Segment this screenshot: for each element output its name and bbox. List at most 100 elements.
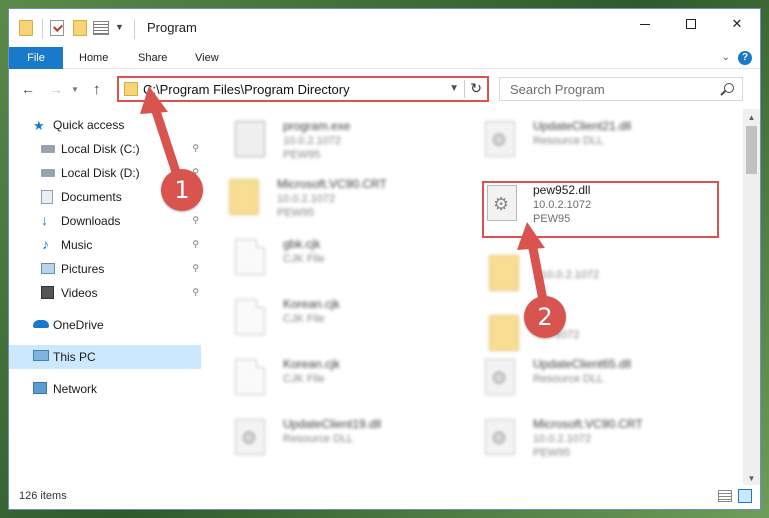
target-file-highlight <box>482 181 719 238</box>
file-name: UpdateClient19.dll <box>283 417 382 431</box>
scroll-up-icon[interactable]: ▲ <box>743 109 760 126</box>
file-name: Microsoft.VC90.CRT <box>533 417 643 431</box>
document-file-icon <box>235 299 265 335</box>
file-item[interactable]: UpdateClient21.dll Resource DLL <box>485 115 715 167</box>
ribbon-tabs: File Home Share View ⌄ ? <box>9 47 760 69</box>
file-item[interactable]: Microsoft.VC90.CRT 10.0.2.1072 PEW95 <box>485 413 715 465</box>
customize-toolbar-icon[interactable]: ▼ <box>115 22 124 40</box>
maximize-icon <box>686 19 696 29</box>
file-name: Korean.cjk <box>283 297 340 311</box>
address-dropdown-icon[interactable]: ▼ <box>449 83 459 94</box>
sidebar-item-label: Quick access <box>53 118 125 132</box>
file-detail: 10.0.2.1072 <box>277 193 336 205</box>
computer-icon <box>33 350 49 361</box>
pin-icon[interactable]: ⚲ <box>192 263 199 274</box>
pictures-icon <box>41 263 55 274</box>
tab-share[interactable]: Share <box>126 47 179 69</box>
address-path[interactable]: C:\Program Files\Program Directory <box>143 82 350 97</box>
file-detail: Resource DLL <box>533 135 604 147</box>
downloads-icon: ↓ <box>41 212 48 228</box>
document-file-icon <box>235 359 265 395</box>
star-icon: ★ <box>33 118 45 133</box>
file-item[interactable]: UpdateClient65.dll Resource DLL <box>485 353 715 405</box>
properties-icon[interactable] <box>93 21 109 35</box>
file-detail: CJK File <box>283 373 325 385</box>
maximize-button[interactable] <box>668 9 714 39</box>
file-item[interactable]: gbk.cjk CJK File <box>235 233 465 285</box>
file-detail: 10.0.2.1072 <box>533 433 592 445</box>
file-name: UpdateClient21.dll <box>533 119 632 133</box>
details-view-icon[interactable] <box>718 490 732 502</box>
sidebar-item-pictures[interactable]: Pictures ⚲ <box>9 257 201 281</box>
large-icons-view-icon[interactable] <box>738 489 752 503</box>
search-box[interactable]: Search Program <box>499 77 743 101</box>
sidebar-item-downloads[interactable]: ↓ Downloads ⚲ <box>9 209 201 233</box>
sidebar-item-label: This PC <box>53 350 96 364</box>
navigation-bar: ← → ▼ ↑ C:\Program Files\Program Directo… <box>9 69 760 109</box>
videos-icon <box>41 286 54 299</box>
file-name: Microsoft.VC90.CRT <box>277 177 387 191</box>
sidebar-item-local-disk-c[interactable]: Local Disk (C:) ⚲ <box>9 137 201 161</box>
sidebar-item-music[interactable]: ♪ Music ⚲ <box>9 233 201 257</box>
pin-icon[interactable]: ⚲ <box>192 143 199 154</box>
close-button[interactable]: ✕ <box>714 9 760 39</box>
tab-home[interactable]: Home <box>67 47 120 69</box>
pin-icon[interactable]: ⚲ <box>192 287 199 298</box>
folder-icon <box>229 179 259 215</box>
expand-ribbon-icon[interactable]: ⌄ <box>722 52 730 63</box>
tab-view[interactable]: View <box>183 47 231 69</box>
file-item[interactable]: Korean.cjk CJK File <box>235 353 465 405</box>
file-detail: 10.0.2.1072 <box>283 135 342 147</box>
sidebar-item-onedrive[interactable]: OneDrive <box>9 313 201 337</box>
file-detail: PEW95 <box>283 149 321 161</box>
step-1-badge: 1 <box>161 169 203 211</box>
sidebar-item-label: Network <box>53 382 98 396</box>
disk-icon <box>41 145 55 153</box>
address-bar[interactable]: C:\Program Files\Program Directory ▼ ↻ <box>117 76 489 102</box>
file-item[interactable]: Microsoft.VC90.CRT 10.0.2.1072 PEW95 <box>229 173 459 225</box>
properties-check-icon[interactable] <box>50 20 64 36</box>
pin-icon[interactable]: ⚲ <box>192 215 199 226</box>
onedrive-icon <box>33 320 49 328</box>
sidebar-item-quick-access[interactable]: ★ Quick access <box>9 113 201 137</box>
pin-icon[interactable]: ⚲ <box>192 239 199 250</box>
file-item[interactable]: 10.0.2.1072 <box>489 249 719 301</box>
up-button[interactable]: ↑ <box>93 81 101 98</box>
document-file-icon <box>235 239 265 275</box>
window-title: Program <box>147 20 197 35</box>
recent-locations-icon[interactable]: ▼ <box>71 85 79 94</box>
sidebar-item-label: OneDrive <box>53 318 104 332</box>
sidebar-item-label: Videos <box>61 286 98 300</box>
refresh-button[interactable]: ↻ <box>470 80 482 97</box>
help-icon[interactable]: ? <box>738 51 752 65</box>
file-item[interactable]: program.exe 10.0.2.1072 PEW95 <box>235 115 465 167</box>
new-folder-icon[interactable] <box>73 20 87 36</box>
folder-icon <box>124 82 138 96</box>
dll-file-icon <box>485 419 515 455</box>
back-button[interactable]: ← <box>21 81 35 97</box>
scrollbar-thumb[interactable] <box>746 126 757 174</box>
sidebar-item-videos[interactable]: Videos ⚲ <box>9 281 201 305</box>
dll-file-icon <box>485 359 515 395</box>
step-2-badge: 2 <box>524 296 566 338</box>
forward-button[interactable]: → <box>49 81 63 97</box>
file-name: UpdateClient65.dll <box>533 357 632 371</box>
search-input[interactable]: Search Program <box>510 82 605 97</box>
file-detail: Resource DLL <box>283 433 354 445</box>
sidebar-item-label: Music <box>61 238 93 252</box>
tab-file[interactable]: File <box>9 47 63 69</box>
folder-icon <box>19 20 33 36</box>
address-separator <box>464 80 465 98</box>
minimize-button[interactable] <box>622 9 668 39</box>
navigation-pane: ★ Quick access Local Disk (C:) ⚲ Local D… <box>9 109 205 487</box>
file-item[interactable]: Korean.cjk CJK File <box>235 293 465 345</box>
sidebar-item-network[interactable]: Network <box>9 377 201 401</box>
sidebar-item-label: Local Disk (D:) <box>61 166 140 180</box>
dll-file-icon <box>485 121 515 157</box>
sidebar-item-this-pc[interactable]: This PC <box>9 345 201 369</box>
vertical-scrollbar[interactable]: ▲ ▼ <box>743 109 760 487</box>
explorer-window: ▼ Program ✕ File Home Share View ⌄ ? ← →… <box>8 8 761 510</box>
sidebar-item-label: Local Disk (C:) <box>61 142 140 156</box>
file-item[interactable]: UpdateClient19.dll Resource DLL <box>235 413 465 465</box>
sidebar-item-label: Documents <box>61 190 122 204</box>
